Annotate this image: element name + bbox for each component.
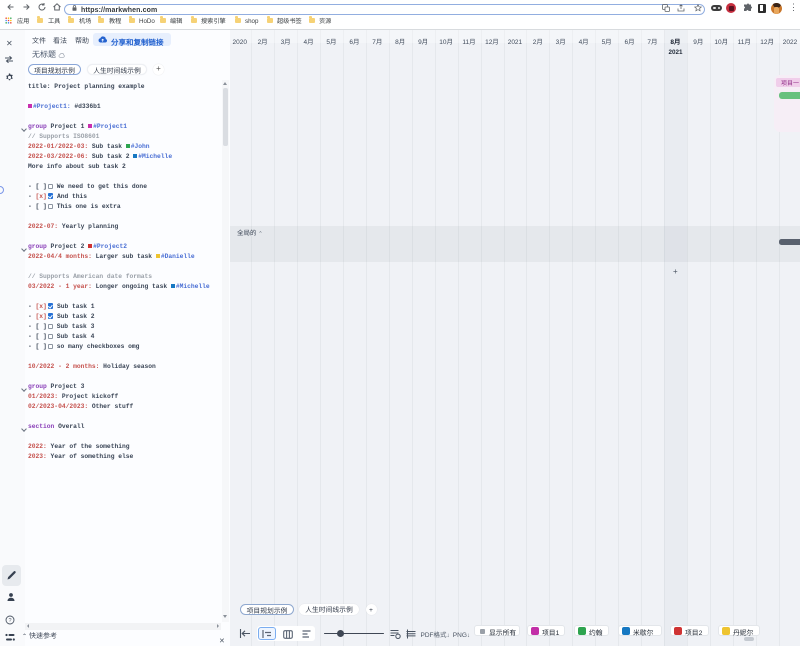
svg-text:?: ? bbox=[8, 618, 11, 624]
